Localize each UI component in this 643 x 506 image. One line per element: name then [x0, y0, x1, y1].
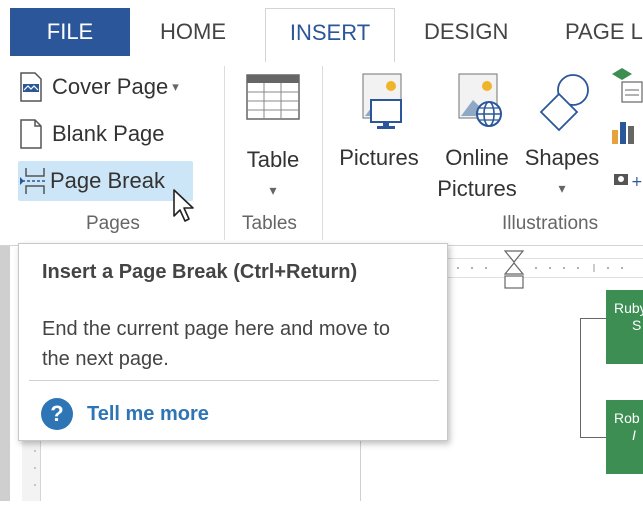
online-pictures-icon — [458, 73, 502, 127]
help-icon: ? — [41, 398, 73, 430]
cover-page-label: Cover Page — [52, 74, 169, 99]
table-button[interactable]: Table ▾ — [236, 72, 310, 206]
org-connector-line — [580, 318, 607, 319]
tab-home[interactable]: HOME — [160, 10, 226, 54]
tab-insert[interactable]: INSERT — [265, 8, 395, 62]
online-pictures-label-line1: Online — [445, 145, 509, 170]
page-break-button[interactable]: Page Break — [18, 161, 193, 201]
org-connector-line — [580, 437, 607, 438]
left-scroll-strip — [0, 246, 10, 501]
tab-file[interactable]: FILE — [10, 8, 130, 56]
tab-page-layout[interactable]: PAGE LA — [565, 10, 643, 54]
org-connector-line — [580, 318, 581, 438]
online-pictures-button[interactable]: Online Pictures — [431, 72, 523, 204]
tell-me-more-label: Tell me more — [87, 402, 209, 425]
table-label: Table — [246, 147, 300, 172]
org-box-text: Ruby — [614, 300, 643, 316]
group-divider — [322, 66, 323, 240]
chevron-down-icon: ▾ — [558, 180, 566, 196]
shapes-icon — [539, 74, 589, 132]
org-box-text: I — [632, 427, 636, 443]
cover-page-button[interactable]: Cover Page ▾ — [18, 69, 179, 105]
org-box-text: S — [632, 317, 642, 333]
page-break-icon — [20, 166, 47, 196]
chevron-down-icon: ▾ — [172, 79, 179, 94]
shapes-button[interactable]: Shapes ▾ — [522, 72, 602, 204]
org-chart-box[interactable]: Rob I — [606, 400, 643, 474]
ribbon: Cover Page ▾ Blank Page Page Break Pages — [0, 60, 643, 246]
blank-page-label: Blank Page — [52, 121, 165, 146]
tooltip-divider — [29, 380, 439, 381]
mouse-cursor-icon — [173, 189, 194, 222]
tell-me-more-link[interactable]: ? Tell me more — [41, 398, 209, 430]
group-divider — [224, 66, 225, 240]
blank-page-button[interactable]: Blank Page — [18, 116, 165, 152]
tables-group-label: Tables — [242, 213, 297, 234]
cover-page-icon — [18, 72, 44, 102]
tooltip-description: End the current page here and move to th… — [42, 318, 391, 370]
blank-page-icon — [18, 119, 44, 149]
tab-design[interactable]: DESIGN — [424, 10, 508, 54]
online-pictures-label-line2: Pictures — [437, 176, 517, 201]
smartart-chart-screenshot-icons[interactable]: + — [608, 68, 643, 198]
illustrations-group-label: Illustrations — [502, 213, 599, 234]
chevron-down-icon: ▾ — [269, 182, 277, 198]
org-chart-box[interactable]: Ruby S — [606, 290, 643, 364]
svg-text:+: + — [631, 174, 643, 190]
shapes-label: Shapes — [524, 145, 600, 170]
pictures-button[interactable]: Pictures — [333, 72, 425, 173]
page-break-label: Page Break — [50, 168, 165, 193]
tooltip-title: Insert a Page Break (Ctrl+Return) — [42, 261, 358, 283]
pictures-label: Pictures — [339, 145, 419, 170]
horizontal-ruler — [448, 258, 643, 278]
org-box-text: Rob — [614, 410, 640, 426]
pictures-icon — [362, 73, 402, 129]
indent-marker-handle[interactable] — [502, 250, 526, 292]
table-icon — [246, 74, 300, 120]
pages-group-label: Pages — [86, 213, 140, 234]
screentip-tooltip: Insert a Page Break (Ctrl+Return) End th… — [18, 243, 448, 441]
ribbon-tab-bar: FILE HOME INSERT DESIGN PAGE LA — [0, 0, 643, 62]
